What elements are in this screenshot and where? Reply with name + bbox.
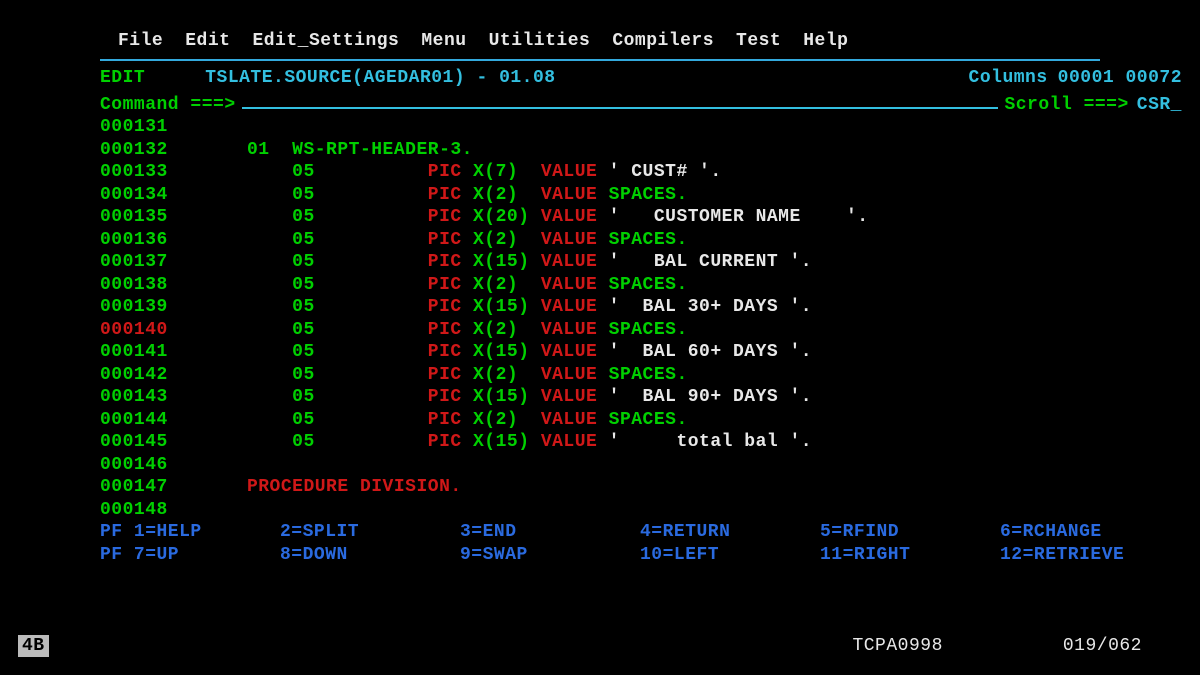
line-number[interactable]: 000133 bbox=[100, 162, 168, 182]
pf-key[interactable]: 12=RETRIEVE bbox=[1000, 544, 1180, 567]
code-line[interactable]: 000131 bbox=[100, 116, 1182, 139]
code-line[interactable]: 000147 PROCEDURE DIVISION. bbox=[100, 476, 1182, 499]
pf-key[interactable]: PF 7=UP bbox=[100, 544, 280, 567]
command-label: Command ===> bbox=[100, 94, 236, 117]
line-number[interactable]: 000139 bbox=[100, 297, 168, 317]
code-line[interactable]: 000132 01 WS-RPT-HEADER-3. bbox=[100, 139, 1182, 162]
code-line[interactable]: 000134 05 PIC X(2) VALUE SPACES. bbox=[100, 184, 1182, 207]
code-line[interactable]: 000143 05 PIC X(15) VALUE ' BAL 90+ DAYS… bbox=[100, 386, 1182, 409]
editor-header: EDIT TSLATE.SOURCE(AGEDAR01) - 01.08 Col… bbox=[18, 67, 1182, 90]
oia-terminal: TCPA0998 bbox=[852, 635, 942, 658]
pf-key[interactable]: 10=LEFT bbox=[640, 544, 820, 567]
line-number[interactable]: 000134 bbox=[100, 185, 168, 205]
menu-item-test[interactable]: Test bbox=[736, 30, 781, 53]
menu-item-compilers[interactable]: Compilers bbox=[612, 30, 714, 53]
pf-key[interactable]: 9=SWAP bbox=[460, 544, 640, 567]
line-number[interactable]: 000143 bbox=[100, 387, 168, 407]
pf-key[interactable]: 8=DOWN bbox=[280, 544, 460, 567]
line-number[interactable]: 000145 bbox=[100, 432, 168, 452]
code-line[interactable]: 000142 05 PIC X(2) VALUE SPACES. bbox=[100, 364, 1182, 387]
command-row: Command ===> Scroll ===> CSR_ bbox=[18, 89, 1182, 116]
menu-item-edit-settings[interactable]: Edit_Settings bbox=[252, 30, 399, 53]
pf-key[interactable]: 5=RFIND bbox=[820, 521, 1000, 544]
oia-cursor: 019/062 bbox=[1063, 635, 1142, 658]
code-area[interactable]: 000131000132 01 WS-RPT-HEADER-3.000133 0… bbox=[18, 116, 1182, 521]
menu-item-help[interactable]: Help bbox=[803, 30, 848, 53]
columns-value: 00001 00072 bbox=[1058, 67, 1182, 90]
code-line[interactable]: 000146 bbox=[100, 454, 1182, 477]
columns-label: Columns bbox=[969, 67, 1048, 90]
oia-status: 4B bbox=[18, 635, 49, 658]
pf-key[interactable]: 4=RETURN bbox=[640, 521, 820, 544]
edit-mode: EDIT bbox=[100, 67, 145, 90]
menu-item-file[interactable]: File bbox=[118, 30, 163, 53]
oia-bar: 4B TCPA0998 019/062 bbox=[18, 635, 1182, 658]
line-number[interactable]: 000137 bbox=[100, 252, 168, 272]
code-line[interactable]: 000141 05 PIC X(15) VALUE ' BAL 60+ DAYS… bbox=[100, 341, 1182, 364]
code-line[interactable]: 000133 05 PIC X(7) VALUE ' CUST# '. bbox=[100, 161, 1182, 184]
line-number[interactable]: 000148 bbox=[100, 500, 168, 520]
pf-key[interactable]: 6=RCHANGE bbox=[1000, 521, 1180, 544]
pf-key[interactable]: 3=END bbox=[460, 521, 640, 544]
line-number[interactable]: 000146 bbox=[100, 455, 168, 475]
code-line[interactable]: 000140 05 PIC X(2) VALUE SPACES. bbox=[100, 319, 1182, 342]
code-line[interactable]: 000138 05 PIC X(2) VALUE SPACES. bbox=[100, 274, 1182, 297]
pf-key[interactable]: 2=SPLIT bbox=[280, 521, 460, 544]
code-line[interactable]: 000145 05 PIC X(15) VALUE ' total bal '. bbox=[100, 431, 1182, 454]
line-number[interactable]: 000138 bbox=[100, 275, 168, 295]
line-number[interactable]: 000142 bbox=[100, 365, 168, 385]
line-number[interactable]: 000144 bbox=[100, 410, 168, 430]
dataset-name: TSLATE.SOURCE(AGEDAR01) - 01.08 bbox=[205, 67, 555, 90]
pf-key[interactable]: 11=RIGHT bbox=[820, 544, 1000, 567]
line-number[interactable]: 000132 bbox=[100, 140, 168, 160]
line-number[interactable]: 000135 bbox=[100, 207, 168, 227]
menu-item-utilities[interactable]: Utilities bbox=[489, 30, 591, 53]
line-number[interactable]: 000147 bbox=[100, 477, 168, 497]
line-number[interactable]: 000141 bbox=[100, 342, 168, 362]
code-line[interactable]: 000139 05 PIC X(15) VALUE ' BAL 30+ DAYS… bbox=[100, 296, 1182, 319]
scroll-value[interactable]: CSR_ bbox=[1137, 94, 1182, 117]
line-number[interactable]: 000136 bbox=[100, 230, 168, 250]
menu-bar: File Edit Edit_Settings Menu Utilities Compil… bbox=[18, 30, 1182, 57]
code-line[interactable]: 000136 05 PIC X(2) VALUE SPACES. bbox=[100, 229, 1182, 252]
line-number[interactable]: 000140 bbox=[100, 320, 168, 340]
code-line[interactable]: 000148 bbox=[100, 499, 1182, 522]
menu-divider bbox=[100, 59, 1100, 61]
pf-keys: PF 1=HELP2=SPLIT3=END4=RETURN5=RFIND6=RC… bbox=[18, 521, 1182, 566]
code-line[interactable]: 000137 05 PIC X(15) VALUE ' BAL CURRENT … bbox=[100, 251, 1182, 274]
menu-item-edit[interactable]: Edit bbox=[185, 30, 230, 53]
scroll-label: Scroll ===> bbox=[1004, 94, 1128, 117]
code-line[interactable]: 000144 05 PIC X(2) VALUE SPACES. bbox=[100, 409, 1182, 432]
pf-key[interactable]: PF 1=HELP bbox=[100, 521, 280, 544]
command-input[interactable] bbox=[242, 89, 999, 109]
line-number[interactable]: 000131 bbox=[100, 117, 168, 137]
code-line[interactable]: 000135 05 PIC X(20) VALUE ' CUSTOMER NAM… bbox=[100, 206, 1182, 229]
menu-item-menu[interactable]: Menu bbox=[421, 30, 466, 53]
